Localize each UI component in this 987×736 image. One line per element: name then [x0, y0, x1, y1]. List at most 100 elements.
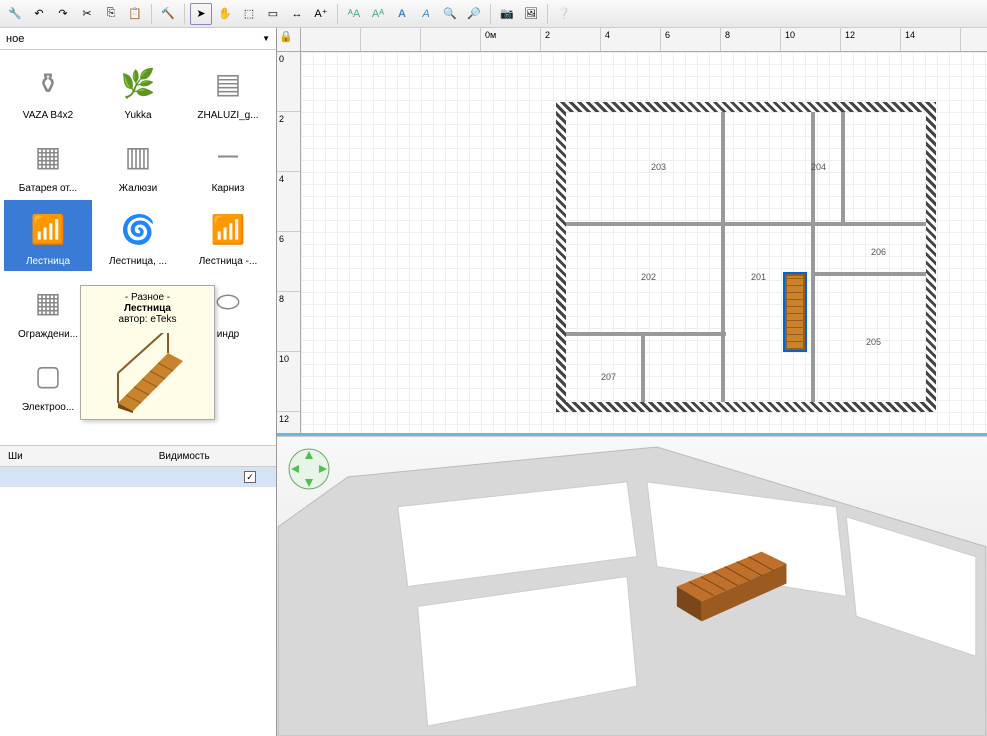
props-icon[interactable]: 🔨 [157, 3, 179, 25]
category-label: ное [6, 33, 66, 45]
catalog-label: Жалюзи [119, 183, 157, 194]
tooltip-name: Лестница [87, 303, 208, 314]
ruler-tick: 2 [277, 112, 300, 172]
catalog-label: индр [217, 329, 240, 340]
3d-view[interactable] [277, 436, 987, 736]
ruler-tick: 0м [481, 28, 541, 51]
copy-icon[interactable]: ⎘ [100, 3, 122, 25]
zoom-out-icon[interactable]: 🔎 [463, 3, 485, 25]
room-label: 204 [811, 162, 826, 172]
ruler-tick: 10 [277, 352, 300, 412]
catalog-label: Yukka [124, 110, 151, 121]
tooltip-author-label: автор: [119, 314, 148, 325]
inner-wall [721, 112, 725, 402]
blueprint: 203 204 202 205 206 207 201 [361, 72, 941, 432]
lock-icon[interactable]: 🔒 [279, 30, 293, 43]
inner-wall [811, 272, 926, 276]
heater-icon: ▢ [18, 350, 78, 400]
floor-plan[interactable]: 🔒 0м2468101214 024681012 203 204 202 [277, 28, 987, 436]
catalog-item[interactable]: 🌿 Yukka [94, 54, 182, 125]
catalog-item[interactable]: 🌀 Лестница, ... [94, 200, 182, 271]
photo-icon[interactable]: 🖼 [520, 3, 542, 25]
ruler-tick: 10 [781, 28, 841, 51]
cut-icon[interactable]: ✂ [76, 3, 98, 25]
3d-scene [277, 437, 987, 736]
ruler-tick: 12 [277, 412, 300, 436]
redo-icon[interactable]: ↷ [52, 3, 74, 25]
ruler-tick: 6 [661, 28, 721, 51]
catalog-item[interactable]: ▤ ZHALUZI_g... [184, 54, 272, 125]
ruler-tick [361, 28, 421, 51]
ruler-tick: 6 [277, 232, 300, 292]
plant-icon: 🌿 [108, 58, 168, 108]
ruler-tick: 2 [541, 28, 601, 51]
property-header: Ши Видимость [0, 445, 276, 467]
italic-icon[interactable]: A [415, 3, 437, 25]
room-label: 205 [866, 337, 881, 347]
catalog-item[interactable]: 📶 Лестница [4, 200, 92, 271]
bold-icon[interactable]: A [391, 3, 413, 25]
undo-icon[interactable]: ↶ [28, 3, 50, 25]
room-label: 203 [651, 162, 666, 172]
curtain-icon: ─ [198, 131, 258, 181]
pan-icon[interactable]: ✋ [214, 3, 236, 25]
paste-icon[interactable]: 📋 [124, 3, 146, 25]
staircase-object[interactable] [783, 272, 807, 352]
room-label: 206 [871, 247, 886, 257]
text-icon[interactable]: A⁺ [310, 3, 332, 25]
room-icon[interactable]: ▭ [262, 3, 284, 25]
room-label: 201 [751, 272, 766, 282]
wall-icon[interactable]: ⬚ [238, 3, 260, 25]
room-label: 202 [641, 272, 656, 282]
room-label: 207 [601, 372, 616, 382]
catalog-label: Батарея от... [19, 183, 77, 194]
tooltip-category: - Разное - [87, 292, 208, 303]
view-navigator[interactable] [287, 447, 331, 491]
select-icon[interactable]: ➤ [190, 3, 212, 25]
dim-icon[interactable]: ↔ [286, 3, 308, 25]
text-size-icon[interactable]: ᴬA [343, 3, 365, 25]
ruler-tick: 14 [901, 28, 961, 51]
camera-icon[interactable]: 📷 [496, 3, 518, 25]
tooltip-preview [108, 333, 188, 413]
radiator-icon: ▦ [18, 131, 78, 181]
spiral-icon: 🌀 [108, 204, 168, 254]
catalog-item[interactable]: ▦ Батарея от... [4, 127, 92, 198]
horizontal-ruler: 0м2468101214 [301, 28, 987, 52]
catalog-label: Ограждени... [18, 329, 78, 340]
inner-wall [811, 112, 815, 402]
catalog-label: ZHALUZI_g... [197, 110, 258, 121]
catalog-label: Лестница -... [199, 256, 258, 267]
category-selector[interactable]: ное ▼ [0, 28, 276, 50]
catalog-label: Лестница [26, 256, 70, 267]
ruler-tick [421, 28, 481, 51]
help-icon[interactable]: ❔ [553, 3, 575, 25]
blinds2-icon: ▥ [108, 131, 168, 181]
vase-icon: ⚱ [18, 58, 78, 108]
ruler-tick: 8 [721, 28, 781, 51]
wrench-icon[interactable]: 🔧 [4, 3, 26, 25]
catalog-label: Лестница, ... [109, 256, 167, 267]
catalog-item[interactable]: ─ Карниз [184, 127, 272, 198]
ruler-tick [301, 28, 361, 51]
catalog-item[interactable]: ▦Ограждени... [4, 273, 92, 344]
catalog-label: Карниз [212, 183, 245, 194]
blinds-icon: ▤ [198, 58, 258, 108]
inner-wall [566, 332, 726, 336]
vertical-ruler: 024681012 [277, 52, 301, 433]
main-toolbar: 🔧 ↶ ↷ ✂ ⎘ 📋 🔨 ➤ ✋ ⬚ ▭ ↔ A⁺ ᴬA Aᴬ A A 🔍 🔎… [0, 0, 987, 28]
visibility-checkbox[interactable]: ✓ [244, 471, 256, 483]
inner-wall [841, 112, 845, 222]
inner-wall [566, 222, 926, 226]
zoom-in-icon[interactable]: 🔍 [439, 3, 461, 25]
furniture-tooltip: - Разное - Лестница автор: eTeks [80, 285, 215, 420]
inner-wall [641, 332, 645, 402]
catalog-item[interactable]: ▥ Жалюзи [94, 127, 182, 198]
catalog-item[interactable]: ⚱VAZA B4x2 [4, 54, 92, 125]
stairs-icon: 📶 [18, 204, 78, 254]
tooltip-author: eTeks [150, 314, 176, 325]
catalog-item[interactable]: 📶Лестница -... [184, 200, 272, 271]
property-row[interactable]: ✓ [0, 467, 276, 487]
text-dec-icon[interactable]: Aᴬ [367, 3, 389, 25]
catalog-item[interactable]: ▢Электроо... [4, 346, 92, 417]
